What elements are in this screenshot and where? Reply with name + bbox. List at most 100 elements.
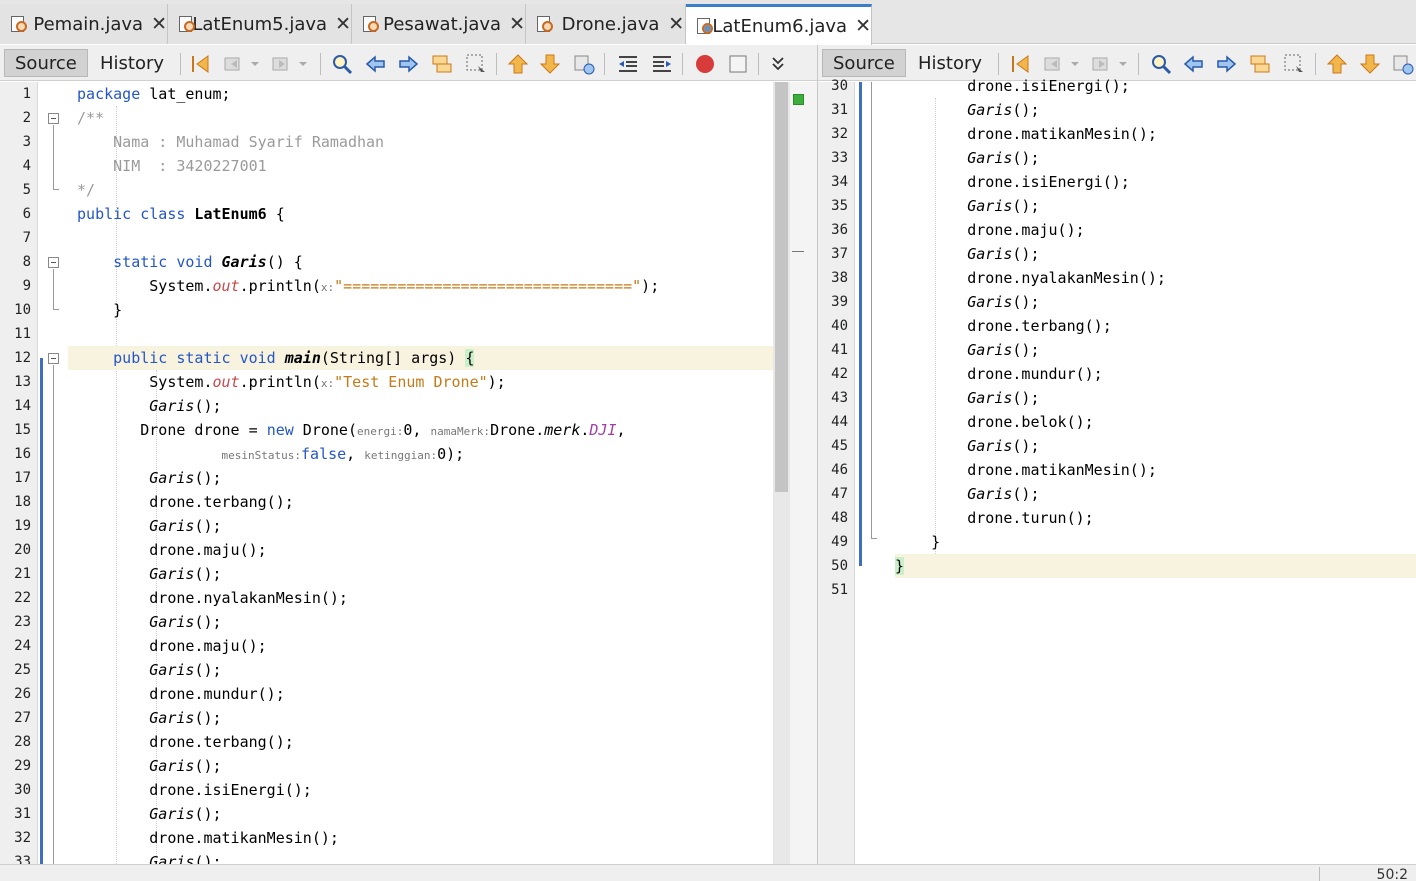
close-icon[interactable]: ✕ xyxy=(667,13,685,35)
line-number: 4 xyxy=(22,158,31,174)
code-line: */ xyxy=(77,181,96,199)
line-number: 15 xyxy=(14,422,31,438)
chevron-down-icon[interactable] xyxy=(1116,52,1130,76)
source-tab[interactable]: Source xyxy=(822,49,906,77)
code-line: drone.isiEnergi(); xyxy=(967,173,1130,191)
line-number: 41 xyxy=(831,342,848,358)
shift-right-icon[interactable] xyxy=(650,52,674,76)
code-area[interactable]: drone.isiEnergi(); Garis(); drone.matika… xyxy=(895,74,1416,864)
line-number: 39 xyxy=(831,294,848,310)
code-line: System.out.println(x:"Test Enum Drone"); xyxy=(149,373,506,391)
code-line: drone.nyalakanMesin(); xyxy=(967,269,1166,287)
find-icon[interactable] xyxy=(330,52,354,76)
stop-macro-icon[interactable] xyxy=(726,52,750,76)
code-line: Nama : Muhamad Syarif Ramadhan xyxy=(77,133,385,151)
code-line: Garis(); xyxy=(149,853,222,864)
line-number: 32 xyxy=(831,126,848,142)
back-icon[interactable] xyxy=(1042,52,1066,76)
shift-left-icon[interactable] xyxy=(616,52,640,76)
toggle-highlight-icon[interactable] xyxy=(430,52,454,76)
code-line: Garis(); xyxy=(967,389,1040,407)
close-icon[interactable]: ✕ xyxy=(509,13,525,35)
scrollbar-thumb[interactable] xyxy=(775,82,788,492)
code-line: drone.isiEnergi(); xyxy=(149,781,312,799)
chevron-down-icon[interactable] xyxy=(1068,52,1082,76)
find-previous-icon[interactable] xyxy=(364,52,388,76)
tab-pesawat-java[interactable]: Pesawat.java ✕ xyxy=(352,4,526,44)
line-number: 31 xyxy=(831,102,848,118)
close-icon[interactable]: ✕ xyxy=(151,13,167,35)
fold-toggle[interactable] xyxy=(48,353,59,364)
forward-icon[interactable] xyxy=(1090,52,1114,76)
find-icon[interactable] xyxy=(1149,52,1173,76)
toggle-bookmark-icon[interactable] xyxy=(572,52,596,76)
code-line: drone.nyalakanMesin(); xyxy=(149,589,348,607)
right-editor-pane: Source History 30 31 32 33 34 35 36 37 38 39 40 41 4… xyxy=(817,45,1416,864)
find-next-icon[interactable] xyxy=(1214,52,1238,76)
code-line: Garis(); xyxy=(967,341,1040,359)
line-number: 35 xyxy=(831,198,848,214)
line-number: 12 xyxy=(14,350,31,366)
code-line: Garis(); xyxy=(967,245,1040,263)
line-number: 46 xyxy=(831,462,848,478)
fold-toggle[interactable] xyxy=(48,257,59,268)
source-tab[interactable]: Source xyxy=(4,49,88,77)
toggle-selection-icon[interactable] xyxy=(464,52,488,76)
previous-bookmark-icon[interactable] xyxy=(1325,52,1349,76)
code-line: Garis(); xyxy=(967,101,1040,119)
code-line: drone.maju(); xyxy=(967,221,1085,239)
previous-bookmark-icon[interactable] xyxy=(506,52,530,76)
code-line: drone.mundur(); xyxy=(149,685,285,703)
fold-toggle[interactable] xyxy=(48,113,59,124)
find-next-icon[interactable] xyxy=(396,52,420,76)
line-number: 14 xyxy=(14,398,31,414)
back-icon[interactable] xyxy=(222,52,246,76)
line-number: 22 xyxy=(14,590,31,606)
code-line: Garis(); xyxy=(149,709,222,727)
code-line: NIM : 3420227001 xyxy=(77,157,267,175)
line-number: 27 xyxy=(14,710,31,726)
status-bar: 50:2 xyxy=(0,864,1416,881)
next-bookmark-icon[interactable] xyxy=(538,52,562,76)
line-number: 44 xyxy=(831,414,848,430)
code-line: mesinStatus:false, ketinggian:0); xyxy=(221,445,465,463)
toggle-bookmark-icon[interactable] xyxy=(1391,52,1415,76)
caret-position: 50:2 xyxy=(1376,867,1408,881)
more-icon[interactable] xyxy=(766,52,790,76)
close-icon[interactable]: ✕ xyxy=(855,15,871,37)
record-macro-icon[interactable] xyxy=(693,52,717,76)
chevron-down-icon[interactable] xyxy=(296,52,310,76)
tab-latenum6-java[interactable]: LatEnum6.java ✕ xyxy=(686,4,872,45)
line-number: 20 xyxy=(14,542,31,558)
code-area[interactable]: package lat_enum; /** Nama : Muhamad Sya… xyxy=(68,82,773,864)
next-bookmark-icon[interactable] xyxy=(1358,52,1382,76)
code-line: drone.turun(); xyxy=(967,509,1094,527)
toggle-highlight-icon[interactable] xyxy=(1248,52,1272,76)
line-number: 36 xyxy=(831,222,848,238)
code-line: public class LatEnum6 { xyxy=(77,205,285,223)
code-line: Drone drone = new Drone(energi:0, namaMe… xyxy=(68,421,626,439)
line-number: 8 xyxy=(22,254,31,270)
last-edit-icon[interactable] xyxy=(188,52,212,76)
line-number: 47 xyxy=(831,486,848,502)
tab-label: Drone.java xyxy=(561,13,660,35)
tab-latenum5-java[interactable]: LatEnum5.java ✕ xyxy=(168,4,352,44)
last-edit-icon[interactable] xyxy=(1008,52,1032,76)
history-tab[interactable]: History xyxy=(90,49,174,77)
line-number-gutter: 1 2 3 4 5 6 7 8 9 10 11 12 13 14 15 16 17 18 19 20 21 22 23 24 2… xyxy=(0,82,38,864)
line-number: 11 xyxy=(14,326,31,342)
line-number: 31 xyxy=(14,806,31,822)
tab-pemain-java[interactable]: Pemain.java ✕ xyxy=(0,4,168,44)
vertical-scrollbar[interactable] xyxy=(773,82,790,864)
chevron-down-icon[interactable] xyxy=(248,52,262,76)
toggle-selection-icon[interactable] xyxy=(1282,52,1306,76)
close-icon[interactable]: ✕ xyxy=(335,13,351,35)
forward-icon[interactable] xyxy=(270,52,294,76)
code-line: } xyxy=(931,533,941,551)
find-previous-icon[interactable] xyxy=(1182,52,1206,76)
tab-drone-java[interactable]: Drone.java ✕ xyxy=(526,4,686,44)
code-line: Garis(); xyxy=(149,469,222,487)
history-tab[interactable]: History xyxy=(908,49,992,77)
code-line: Garis(); xyxy=(149,565,222,583)
